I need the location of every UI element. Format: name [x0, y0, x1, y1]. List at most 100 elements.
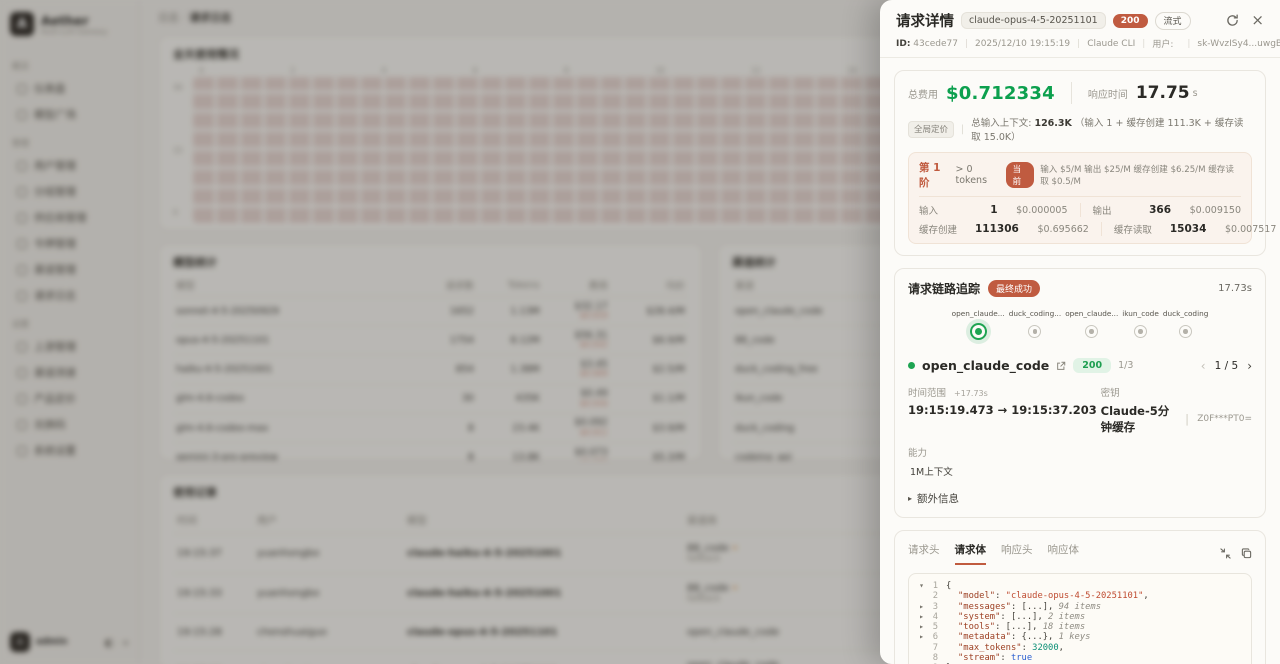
- expand-chevron-icon[interactable]: ▸: [917, 622, 926, 632]
- code-line: ▸5"tools": [...], 18 items: [917, 622, 1243, 632]
- trace-card: 请求链路追踪 最终成功 17.73s open_claude... duck_c…: [894, 268, 1266, 518]
- trace-node-dot: [970, 323, 987, 340]
- key-masked-value: Z0F***PT0=: [1197, 414, 1252, 424]
- trace-node-dot: [1085, 325, 1098, 338]
- code-line: ▸4"system": [...], 2 items: [917, 612, 1243, 622]
- code-line: 2"model": "claude-opus-4-5-20251101",: [917, 591, 1243, 601]
- request-time: 2025/12/10 19:15:19: [975, 39, 1070, 49]
- drawer-title: 请求详情: [896, 10, 954, 31]
- line-number: 3: [926, 602, 938, 612]
- trace-node[interactable]: ikun_code: [1120, 309, 1161, 340]
- line-number: 8: [926, 653, 938, 663]
- redacted-username: [1180, 39, 1181, 48]
- time-range-value: 19:15:19.473 → 19:15:37.203: [908, 403, 1101, 417]
- context-summary: 全局定价 | 总输入上下文: 126.3K （输入 1 + 缓存创建 111.3…: [908, 115, 1252, 143]
- api-key-masked: sk-WvzISy4...uwgB: [1197, 39, 1280, 49]
- code-line: ▸6"metadata": {...}, 1 keys: [917, 632, 1243, 642]
- drawer-body: 总费用 $0.712334 响应时间 17.75 s 全局定价 | 总输入上下文…: [880, 58, 1280, 664]
- current-tier-badge: 当前: [1006, 162, 1035, 188]
- expand-chevron-icon[interactable]: ▸: [917, 632, 926, 642]
- trace-node[interactable]: open_claude...: [950, 309, 1007, 340]
- refresh-icon[interactable]: [1226, 14, 1239, 27]
- key-label: 密钥: [1101, 385, 1120, 399]
- line-number: 5: [926, 622, 938, 632]
- payload-tab[interactable]: 请求头: [908, 542, 940, 565]
- line-number: 1: [926, 581, 938, 591]
- next-page-icon[interactable]: ›: [1247, 359, 1252, 373]
- line-number: 2: [926, 591, 938, 601]
- latency-unit: s: [1193, 88, 1198, 99]
- trace-timeline: open_claude... duck_coding... open_claud…: [908, 309, 1252, 340]
- request-meta: ID: 43cede77 | 2025/12/10 19:15:19 | Cla…: [896, 37, 1264, 50]
- chevron-spacer: [917, 653, 926, 663]
- json-viewer[interactable]: ▾1{2"model": "claude-opus-4-5-20251101",…: [908, 573, 1252, 664]
- time-range-label: 时间范围: [908, 385, 946, 399]
- expand-triangle-icon: ▸: [908, 494, 912, 503]
- line-number: 4: [926, 612, 938, 622]
- trace-node[interactable]: duck_coding...: [1007, 309, 1064, 340]
- node-status-badge: 200: [1073, 358, 1111, 373]
- chevron-spacer: [917, 591, 926, 601]
- status-code-badge: 200: [1113, 14, 1148, 28]
- latency-label: 响应时间: [1088, 86, 1128, 101]
- collapse-panel-icon[interactable]: [1220, 548, 1231, 559]
- code-line: 7"max_tokens": 32000,: [917, 643, 1243, 653]
- extra-info-toggle[interactable]: ▸ 额外信息: [908, 491, 1252, 506]
- copy-icon[interactable]: [1241, 548, 1252, 559]
- cost-summary-card: 总费用 $0.712334 响应时间 17.75 s 全局定价 | 总输入上下文…: [894, 70, 1266, 256]
- trace-node-dot: [1028, 325, 1041, 338]
- trace-duration: 17.73s: [1218, 283, 1252, 294]
- latency-value: 17.75: [1136, 83, 1190, 103]
- tier-rates: 输入 $5/M 输出 $25/M 缓存创建 $6.25/M 缓存读取 $0.5/…: [1040, 163, 1241, 187]
- payload-tab[interactable]: 响应体: [1048, 542, 1080, 565]
- chevron-spacer: [917, 643, 926, 653]
- pricing-badge: 全局定价: [908, 121, 954, 138]
- token-stat-row: 缓存创建111306$0.695662 缓存读取15034$0.007517: [919, 222, 1241, 236]
- request-id: 43cede77: [913, 39, 958, 49]
- tier-name: 第 1 阶: [919, 160, 950, 190]
- pricing-tier-box: 第 1 阶 > 0 tokens 当前 输入 $5/M 输出 $25/M 缓存创…: [908, 152, 1252, 244]
- tier-range: > 0 tokens: [956, 164, 1000, 186]
- user-label: 用户:: [1152, 37, 1173, 50]
- token-stat-row: 输入1$0.000005 输出366$0.009150: [919, 203, 1241, 217]
- cost-label: 总费用: [908, 86, 938, 101]
- drawer-header: 请求详情 claude-opus-4-5-20251101 200 流式 × I…: [880, 0, 1280, 58]
- trace-node[interactable]: duck_coding: [1161, 309, 1211, 340]
- collapse-chevron-icon[interactable]: ▾: [917, 581, 926, 591]
- expand-chevron-icon[interactable]: ▸: [917, 612, 926, 622]
- request-detail-drawer: 请求详情 claude-opus-4-5-20251101 200 流式 × I…: [880, 0, 1280, 664]
- line-number: 7: [926, 643, 938, 653]
- external-link-icon[interactable]: [1056, 361, 1066, 371]
- code-lines: ▾1{2"model": "claude-opus-4-5-20251101",…: [917, 581, 1243, 664]
- payload-card: 请求头请求体响应头响应体 ▾1{2"model": "claude-opus-4…: [894, 530, 1266, 664]
- prev-page-icon[interactable]: ‹: [1201, 359, 1206, 373]
- code-line: ▸3"messages": [...], 94 items: [917, 602, 1243, 612]
- trace-node-dot: [1179, 325, 1192, 338]
- payload-tabs: 请求头请求体响应头响应体: [908, 542, 1252, 565]
- model-tag: claude-opus-4-5-20251101: [961, 12, 1106, 29]
- payload-tab[interactable]: 响应头: [1001, 542, 1033, 565]
- extra-info-label: 额外信息: [917, 491, 959, 506]
- line-number: 6: [926, 632, 938, 642]
- code-line: ▾1{: [917, 581, 1243, 591]
- close-icon[interactable]: ×: [1251, 13, 1264, 28]
- code-line: 8"stream": true: [917, 653, 1243, 663]
- context-total: 126.3K: [1034, 118, 1071, 129]
- stream-badge: 流式: [1155, 12, 1191, 30]
- attempt-count: 1/3: [1118, 360, 1133, 371]
- key-name: Claude-5分钟缓存: [1101, 403, 1177, 435]
- trace-title: 请求链路追踪: [908, 280, 980, 297]
- selected-channel-name: open_claude_code: [922, 358, 1049, 373]
- total-cost: $0.712334: [946, 83, 1055, 104]
- final-status-badge: 最终成功: [988, 280, 1040, 297]
- client-name: Claude CLI: [1087, 39, 1135, 49]
- trace-node-dot: [1134, 325, 1147, 338]
- ability-tag: 1M上下文: [908, 463, 955, 479]
- expand-chevron-icon[interactable]: ▸: [917, 602, 926, 612]
- ability-label: 能力: [908, 445, 927, 459]
- payload-tab[interactable]: 请求体: [955, 542, 987, 565]
- success-dot-icon: [908, 362, 915, 369]
- time-delta: +17.73s: [954, 389, 988, 398]
- page-indicator: 1 / 5: [1215, 360, 1239, 372]
- trace-node[interactable]: open_claude...: [1063, 309, 1120, 340]
